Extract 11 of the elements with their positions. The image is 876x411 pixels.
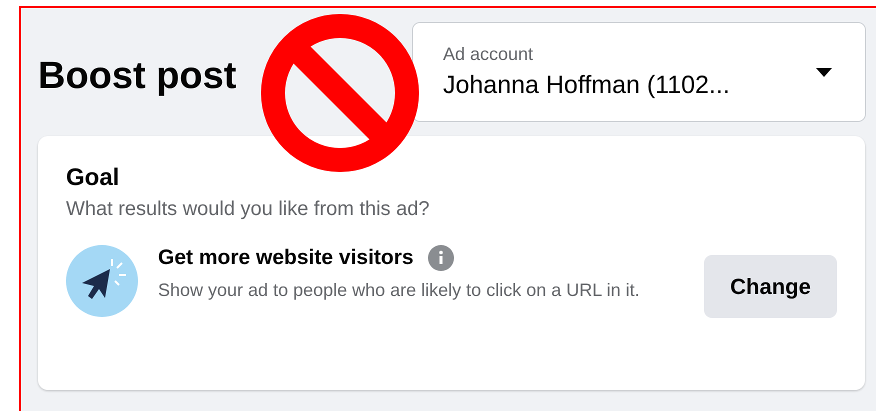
info-icon[interactable] (428, 245, 454, 271)
ad-account-dropdown[interactable]: Ad account Johanna Hoffman (1102... (412, 22, 866, 122)
page-title: Boost post (38, 54, 236, 98)
section-subtitle: What results would you like from this ad? (66, 198, 430, 221)
option-description: Show your ad to people who are likely to click on a URL in it. (158, 279, 641, 302)
prohibition-sign-icon (260, 13, 420, 173)
cursor-click-icon (66, 245, 138, 317)
change-button[interactable]: Change (704, 255, 837, 318)
option-title: Get more website visitors (158, 246, 414, 270)
section-title: Goal (66, 164, 120, 192)
caret-icon (815, 66, 833, 78)
